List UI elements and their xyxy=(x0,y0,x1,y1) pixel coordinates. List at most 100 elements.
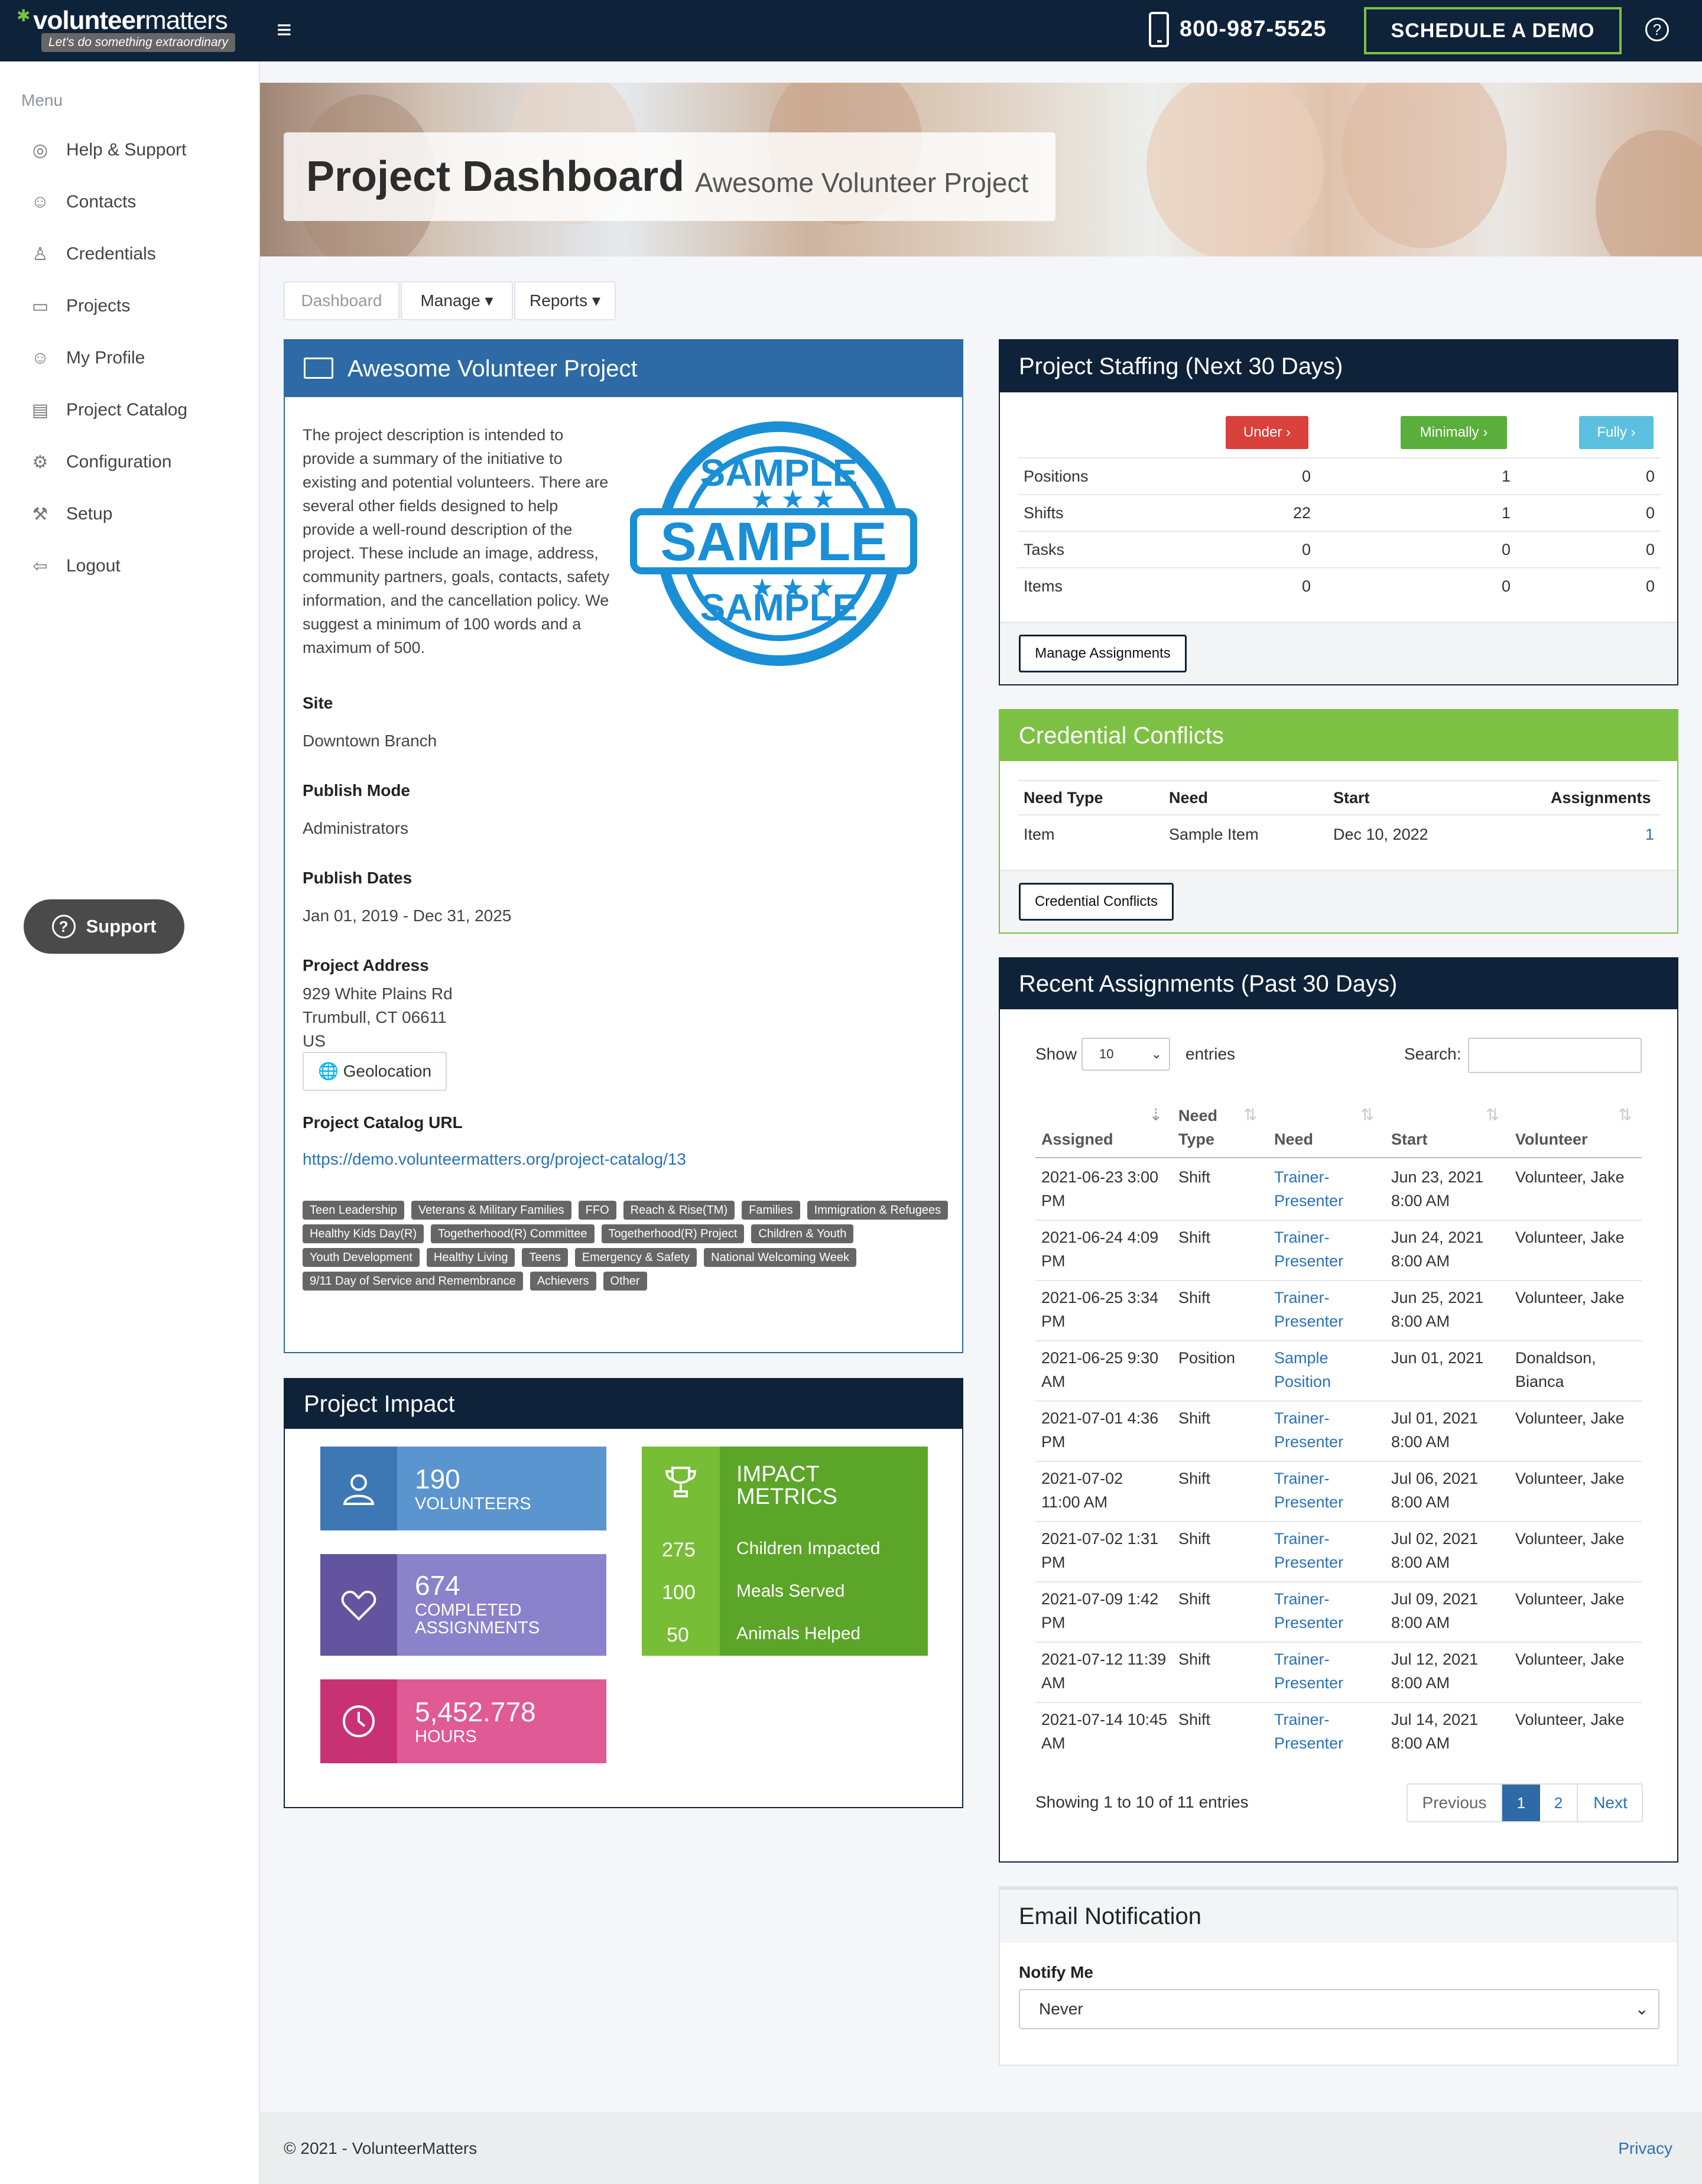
cell-need[interactable]: Trainer- xyxy=(1274,1406,1330,1430)
tab-reports[interactable]: Reports ▾ xyxy=(514,281,616,320)
cell-need[interactable]: Trainer- xyxy=(1274,1226,1330,1249)
cell-assigned: 2021-07-09 1:42 xyxy=(1041,1590,1159,1608)
next-page-button[interactable]: Next xyxy=(1579,1785,1642,1821)
cell-need[interactable]: Presenter xyxy=(1274,1490,1343,1514)
under-staffed-button[interactable]: Under › xyxy=(1226,416,1308,449)
sort-desc-icon[interactable]: ⇣ xyxy=(1149,1105,1162,1124)
cell-need[interactable]: Presenter xyxy=(1274,1249,1343,1273)
cell-need[interactable]: Trainer- xyxy=(1274,1647,1330,1671)
sidebar-item-project-catalog[interactable]: ▤ Project Catalog xyxy=(28,392,187,428)
sidebar-item-label: Configuration xyxy=(66,452,172,472)
staffing-row-label: Shifts xyxy=(1024,504,1064,522)
cell-need[interactable]: Trainer- xyxy=(1274,1708,1330,1731)
top-bar: ✱ volunteermatters Let's do something ex… xyxy=(0,0,1702,61)
sidebar-item-label: Contacts xyxy=(66,192,137,212)
cell-start: 8:00 AM xyxy=(1391,1674,1450,1692)
cell-volunteer: Volunteer, Jake xyxy=(1515,1711,1625,1728)
cell-need[interactable]: Trainer- xyxy=(1274,1165,1330,1189)
sort-icon[interactable]: ⇅ xyxy=(1486,1105,1499,1124)
previous-page-button[interactable]: Previous xyxy=(1408,1785,1502,1821)
under-label: Under xyxy=(1243,424,1282,440)
hours-card: 5,452.778 HOURS xyxy=(320,1679,606,1763)
cell-need[interactable]: Trainer- xyxy=(1274,1527,1330,1551)
conflict-assignments-link[interactable]: 1 xyxy=(1645,823,1654,846)
phone-number[interactable]: 800-987-5525 xyxy=(1180,17,1327,42)
cell-need[interactable]: Presenter xyxy=(1274,1731,1343,1755)
chevron-down-icon: ⌄ xyxy=(1635,2000,1649,2018)
support-label: Support xyxy=(86,916,157,937)
staffing-minimally-count: 1 xyxy=(1501,504,1511,522)
sidebar-item-logout[interactable]: ⇦ Logout xyxy=(28,548,120,584)
cell-need[interactable]: Position xyxy=(1274,1370,1331,1393)
cell-need[interactable]: Trainer- xyxy=(1274,1587,1330,1611)
site-label: Site xyxy=(303,694,333,712)
cell-need[interactable]: Trainer- xyxy=(1274,1286,1330,1309)
minimally-staffed-button[interactable]: Minimally › xyxy=(1401,416,1507,449)
sidebar-item-projects[interactable]: ▭ Projects xyxy=(28,288,131,324)
sort-icon[interactable]: ⇅ xyxy=(1243,1105,1257,1124)
hamburger-menu-icon[interactable]: ≡ xyxy=(277,15,292,45)
logo-dots-icon: ✱ xyxy=(17,6,31,25)
cell-assigned: PM xyxy=(1041,1554,1066,1571)
geolocation-button[interactable]: 🌐 Geolocation xyxy=(303,1052,447,1091)
smile-icon: ☺ xyxy=(31,348,50,368)
page-2-button[interactable]: 2 xyxy=(1540,1785,1578,1821)
entries-select-value: 10 xyxy=(1099,1046,1114,1061)
geolocation-label: Geolocation xyxy=(343,1062,432,1080)
page-1-button[interactable]: 1 xyxy=(1502,1785,1540,1821)
recent-assignments-header: Recent Assignments (Past 30 Days) xyxy=(1000,958,1677,1009)
catalog-url-link[interactable]: https://demo.volunteermatters.org/projec… xyxy=(303,1148,686,1171)
header-need[interactable]: Need xyxy=(1274,1127,1313,1151)
sidebar-item-label: Projects xyxy=(66,296,131,316)
cell-assigned: PM xyxy=(1041,1192,1066,1210)
sidebar-item-contacts[interactable]: ☺ Contacts xyxy=(28,184,137,220)
staffing-under-count: 0 xyxy=(1301,467,1311,485)
manage-assignments-button[interactable]: Manage Assignments xyxy=(1019,635,1187,672)
cell-need[interactable]: Presenter xyxy=(1274,1551,1343,1574)
cell-need[interactable]: Sample xyxy=(1274,1346,1329,1370)
banner-title-box: Project Dashboard Awesome Volunteer Proj… xyxy=(284,132,1055,221)
publish-mode-value: Administrators xyxy=(303,819,408,837)
cell-assigned: 2021-06-25 9:30 xyxy=(1041,1349,1159,1367)
sidebar: Menu ◎ Help & Support ☺ Contacts ♙ Credenti… xyxy=(0,61,260,2184)
cell-need[interactable]: Presenter xyxy=(1274,1671,1343,1695)
header-start[interactable]: Start xyxy=(1391,1127,1428,1151)
heart-icon xyxy=(320,1554,397,1656)
help-icon[interactable]: ? xyxy=(1645,18,1669,41)
cell-assigned: AM xyxy=(1041,1734,1066,1752)
notify-me-select[interactable]: Never ⌄ xyxy=(1019,1989,1659,2029)
staffing-under-count: 0 xyxy=(1301,541,1311,558)
chevron-right-icon: › xyxy=(1286,424,1291,440)
privacy-link[interactable]: Privacy xyxy=(1618,2139,1672,2158)
sidebar-item-my-profile[interactable]: ☺ My Profile xyxy=(28,340,145,376)
tab-manage[interactable]: Manage ▾ xyxy=(401,281,513,320)
sidebar-item-help-support[interactable]: ◎ Help & Support xyxy=(28,132,187,168)
sidebar-item-setup[interactable]: ⚒ Setup xyxy=(28,496,113,532)
sort-icon[interactable]: ⇅ xyxy=(1360,1105,1374,1124)
sidebar-item-credentials[interactable]: ♙ Credentials xyxy=(28,236,156,272)
cell-need[interactable]: Presenter xyxy=(1274,1611,1343,1634)
logo[interactable]: ✱ volunteermatters Let's do something ex… xyxy=(17,6,236,52)
fully-staffed-button[interactable]: Fully › xyxy=(1579,416,1654,449)
assignments-label-2: ASSIGNMENTS xyxy=(415,1618,540,1637)
cell-start: 8:00 AM xyxy=(1391,1734,1450,1752)
sort-icon[interactable]: ⇅ xyxy=(1618,1105,1632,1124)
cell-need[interactable]: Presenter xyxy=(1274,1430,1343,1454)
header-assigned[interactable]: Assigned xyxy=(1041,1127,1113,1151)
credential-conflicts-button[interactable]: Credential Conflicts xyxy=(1019,883,1174,921)
entries-select[interactable]: 10 ⌄ xyxy=(1081,1038,1170,1071)
cell-need[interactable]: Presenter xyxy=(1274,1189,1343,1213)
showing-entries: Showing 1 to 10 of 11 entries xyxy=(1035,1793,1249,1811)
header-volunteer[interactable]: Volunteer xyxy=(1515,1127,1588,1151)
header-need-type[interactable]: Need Type xyxy=(1178,1104,1226,1151)
sidebar-item-configuration[interactable]: ⚙ Configuration xyxy=(28,444,172,480)
show-label: Show xyxy=(1035,1045,1077,1063)
support-button[interactable]: ? Support xyxy=(24,899,184,954)
notify-me-value: Never xyxy=(1039,2000,1083,2018)
cell-need[interactable]: Presenter xyxy=(1274,1309,1343,1333)
pagination: Previous 1 2 Next xyxy=(1407,1783,1643,1822)
search-input[interactable] xyxy=(1468,1038,1642,1073)
tab-dashboard[interactable]: Dashboard xyxy=(284,281,399,320)
cell-need[interactable]: Trainer- xyxy=(1274,1467,1330,1490)
schedule-demo-button[interactable]: SCHEDULE A DEMO xyxy=(1364,7,1622,54)
